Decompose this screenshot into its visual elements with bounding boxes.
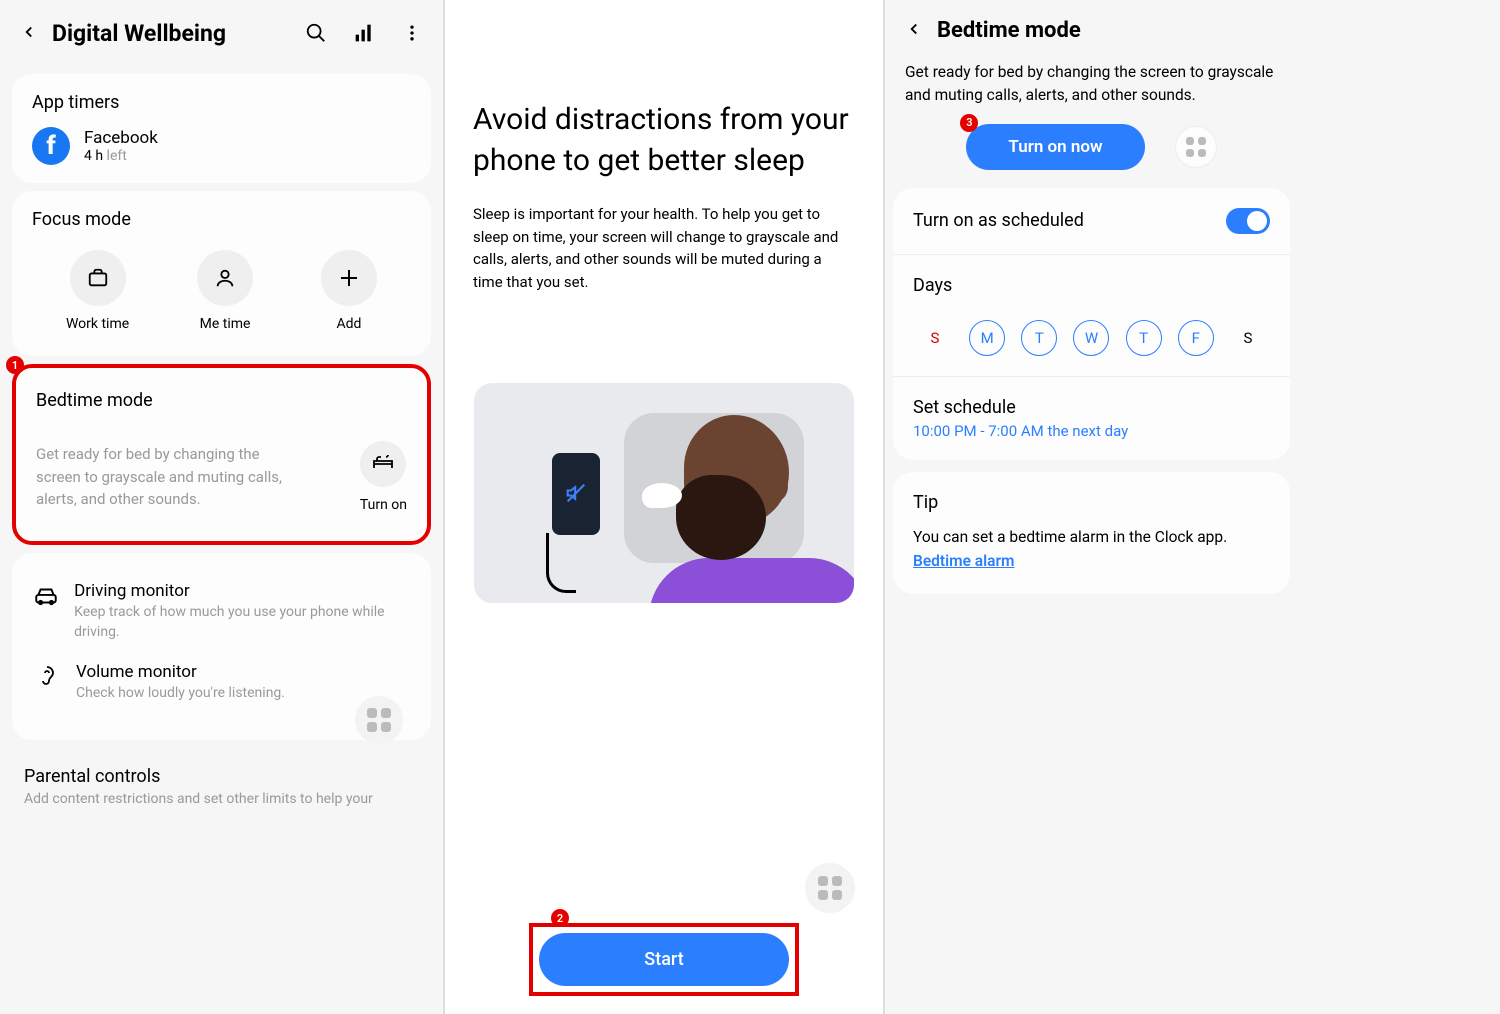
back-icon[interactable] bbox=[20, 18, 38, 48]
bed-icon bbox=[371, 450, 395, 478]
bedtime-mode-card[interactable]: Bedtime mode Get ready for bed by changi… bbox=[12, 364, 431, 545]
intro-description: Sleep is important for your health. To h… bbox=[473, 203, 855, 293]
volume-desc: Check how loudly you're listening. bbox=[76, 684, 285, 704]
panel1-header: Digital Wellbeing bbox=[0, 0, 443, 66]
scheduled-label: Turn on as scheduled bbox=[913, 210, 1084, 231]
grid-button[interactable] bbox=[355, 696, 403, 744]
app-timer-row[interactable]: f Facebook 4 h left bbox=[32, 127, 411, 165]
focus-label: Me time bbox=[197, 316, 253, 332]
set-schedule-title: Set schedule bbox=[913, 397, 1270, 418]
focus-item-work[interactable]: Work time bbox=[66, 250, 129, 332]
schedule-time: 10:00 PM - 7:00 AM the next day bbox=[913, 422, 1270, 440]
start-button-highlight: Start bbox=[529, 923, 799, 996]
step-badge-2: 2 bbox=[551, 909, 569, 927]
bedtime-intro-panel: Avoid distractions from your phone to ge… bbox=[445, 0, 885, 1014]
more-icon[interactable] bbox=[401, 22, 423, 44]
turn-on-now-button[interactable]: Turn on now bbox=[966, 124, 1144, 170]
step-badge-3: 3 bbox=[960, 114, 978, 132]
parental-title: Parental controls bbox=[24, 766, 419, 787]
search-icon[interactable] bbox=[305, 22, 327, 44]
day-saturday[interactable]: S bbox=[1230, 320, 1266, 356]
set-schedule-card[interactable]: Set schedule 10:00 PM - 7:00 AM the next… bbox=[893, 376, 1290, 460]
tip-text: You can set a bedtime alarm in the Clock… bbox=[913, 525, 1270, 575]
bedtime-description: Get ready for bed by changing the screen… bbox=[885, 61, 1298, 124]
turn-on-label: Turn on bbox=[360, 497, 407, 513]
days-card: Days S M T W T F S bbox=[893, 254, 1290, 376]
focus-mode-card: Focus mode Work time Me time Add bbox=[12, 191, 431, 356]
back-icon[interactable] bbox=[905, 20, 923, 42]
day-tuesday[interactable]: T bbox=[1021, 320, 1057, 356]
focus-label: Work time bbox=[66, 316, 129, 332]
sleep-illustration bbox=[474, 383, 854, 603]
bedtime-description: Get ready for bed by changing the screen… bbox=[36, 443, 296, 511]
intro-heading: Avoid distractions from your phone to ge… bbox=[473, 100, 855, 181]
bedtime-settings-panel: Bedtime mode Get ready for bed by changi… bbox=[885, 0, 1298, 1014]
schedule-toggle[interactable] bbox=[1226, 208, 1270, 234]
bedtime-alarm-link[interactable]: Bedtime alarm bbox=[913, 552, 1015, 570]
day-sunday[interactable]: S bbox=[917, 320, 953, 356]
car-icon bbox=[32, 581, 60, 609]
digital-wellbeing-panel: Digital Wellbeing App timers f Facebook … bbox=[0, 0, 445, 1014]
grid-button[interactable] bbox=[1175, 126, 1217, 168]
grid-button[interactable] bbox=[805, 863, 855, 913]
step-badge-1: 1 bbox=[6, 356, 24, 374]
app-timers-title: App timers bbox=[32, 92, 411, 113]
focus-item-add[interactable]: Add bbox=[321, 250, 377, 332]
focus-item-me[interactable]: Me time bbox=[197, 250, 253, 332]
driving-title: Driving monitor bbox=[74, 581, 411, 601]
days-label: Days bbox=[913, 275, 1270, 296]
volume-monitor-row[interactable]: Volume monitor Check how loudly you're l… bbox=[32, 652, 411, 714]
mute-icon bbox=[566, 483, 586, 508]
day-thursday[interactable]: T bbox=[1126, 320, 1162, 356]
tip-title: Tip bbox=[913, 492, 1270, 513]
page-title: Digital Wellbeing bbox=[52, 20, 305, 47]
parental-desc: Add content restrictions and set other l… bbox=[24, 791, 419, 807]
app-timers-card[interactable]: App timers f Facebook 4 h left bbox=[12, 74, 431, 183]
turn-on-button[interactable]: Turn on bbox=[360, 441, 407, 513]
focus-mode-title: Focus mode bbox=[32, 209, 411, 230]
day-wednesday[interactable]: W bbox=[1073, 320, 1109, 356]
chart-icon[interactable] bbox=[353, 22, 375, 44]
volume-title: Volume monitor bbox=[76, 662, 285, 682]
bedtime-title: Bedtime mode bbox=[36, 390, 407, 411]
driving-monitor-row[interactable]: Driving monitor Keep track of how much y… bbox=[32, 571, 411, 652]
facebook-icon: f bbox=[32, 127, 70, 165]
start-button[interactable]: Start bbox=[539, 933, 789, 986]
app-time-left: 4 h left bbox=[84, 148, 158, 164]
monitors-card: Driving monitor Keep track of how much y… bbox=[12, 553, 431, 740]
day-monday[interactable]: M bbox=[969, 320, 1005, 356]
app-name: Facebook bbox=[84, 128, 158, 148]
schedule-toggle-card: Turn on as scheduled bbox=[893, 188, 1290, 254]
driving-desc: Keep track of how much you use your phon… bbox=[74, 603, 411, 642]
focus-label: Add bbox=[321, 316, 377, 332]
parental-controls-card[interactable]: Parental controls Add content restrictio… bbox=[0, 748, 443, 807]
day-friday[interactable]: F bbox=[1178, 320, 1214, 356]
page-title: Bedtime mode bbox=[937, 18, 1081, 43]
ear-icon bbox=[32, 662, 62, 688]
tip-card: Tip You can set a bedtime alarm in the C… bbox=[893, 472, 1290, 595]
panel3-header: Bedtime mode bbox=[885, 0, 1298, 61]
